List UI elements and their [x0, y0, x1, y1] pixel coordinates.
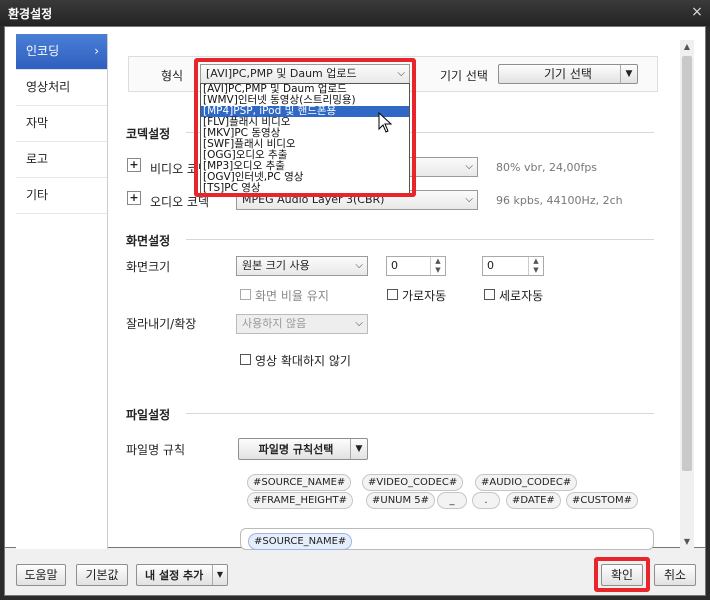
spin-down-icon[interactable]: ▼ — [430, 266, 445, 275]
sidebar-item-label: 자막 — [26, 116, 49, 130]
sidebar: 인코딩 › 영상처리 자막 로고 기타 — [16, 34, 108, 549]
tag-chip[interactable]: #CUSTOM# — [566, 492, 639, 509]
chevron-down-icon: ⌵ — [465, 194, 473, 205]
tag-chip[interactable]: #DATE# — [506, 492, 561, 509]
keep-ratio-checkbox[interactable] — [240, 289, 251, 300]
sidebar-item-subtitles[interactable]: 자막 — [16, 106, 107, 142]
spin-down-icon[interactable]: ▼ — [528, 266, 543, 275]
screen-section-title: 화면설정 — [126, 234, 171, 248]
sidebar-item-encoding[interactable]: 인코딩 › — [16, 34, 107, 70]
pattern-tag-chip[interactable]: #SOURCE_NAME# — [248, 533, 353, 550]
screen-size-value: 원본 크기 사용 — [242, 259, 310, 272]
filename-rule-button-label: 파일명 규칙선택 — [258, 443, 334, 456]
horizontal-auto-label: 가로자동 — [402, 289, 447, 303]
window-title: 환경설정 — [8, 7, 53, 21]
close-icon[interactable]: × — [688, 3, 706, 21]
spin-up-icon[interactable]: ▲ — [430, 257, 445, 266]
width-stepper[interactable]: 0 ▲ ▼ — [386, 256, 446, 276]
cancel-button[interactable]: 취소 — [654, 564, 696, 586]
height-value: 0 — [487, 259, 494, 272]
chevron-down-icon: ⌵ — [355, 318, 363, 329]
cancel-button-label: 취소 — [663, 568, 687, 582]
scroll-down-icon[interactable]: ▼ — [680, 535, 694, 549]
tag-chip[interactable]: #VIDEO_CODEC# — [362, 474, 464, 491]
video-codec-info: 80% vbr, 24,00fps — [496, 161, 598, 174]
my-settings-button[interactable]: 내 설정 추가 ▼ — [136, 564, 228, 586]
vertical-auto-checkbox[interactable] — [484, 289, 495, 300]
mouse-cursor-icon — [378, 111, 394, 137]
keep-ratio-label: 화면 비율 유지 — [255, 289, 329, 303]
screen-size-label: 화면크기 — [126, 260, 171, 274]
help-button-label: 도움말 — [24, 568, 58, 582]
horizontal-auto-checkbox[interactable] — [387, 289, 398, 300]
chevron-down-icon: ⌵ — [465, 161, 473, 172]
codec-section-title: 코덱설정 — [126, 127, 171, 141]
filename-rule-label: 파일명 규칙 — [126, 443, 186, 457]
dropdown-arrow-icon: ▼ — [212, 565, 227, 585]
crop-value: 사용하지 않음 — [242, 317, 307, 330]
tag-chip[interactable]: #AUDIO_CODEC# — [475, 474, 578, 491]
tag-chip[interactable]: #SOURCE_NAME# — [247, 474, 352, 491]
tag-chip[interactable]: #UNUM 5# — [366, 492, 436, 509]
sidebar-item-logo[interactable]: 로고 — [16, 142, 107, 178]
tag-chip[interactable]: #FRAME_HEIGHT# — [247, 492, 354, 509]
divider — [186, 413, 654, 414]
dropdown-arrow-icon: ▼ — [350, 439, 367, 459]
vertical-auto-label: 세로자동 — [499, 289, 544, 303]
device-button-label: 기기 선택 — [544, 67, 592, 81]
no-zoom-label: 영상 확대하지 않기 — [255, 354, 351, 368]
expand-video-codec-button[interactable]: + — [127, 158, 141, 172]
my-settings-label: 내 설정 추가 — [145, 569, 204, 582]
crop-label: 잘라내기/확장 — [126, 317, 197, 331]
chevron-right-icon: › — [94, 44, 99, 58]
highlight-box-ok — [594, 557, 650, 592]
default-button-label: 기본값 — [85, 568, 119, 582]
format-label: 형식 — [161, 69, 184, 83]
width-value: 0 — [391, 259, 398, 272]
chevron-down-icon: ⌵ — [355, 260, 363, 271]
divider — [186, 239, 654, 240]
scroll-up-icon[interactable]: ▲ — [680, 40, 694, 54]
device-select-button[interactable]: 기기 선택 ▼ — [498, 64, 638, 84]
filename-rule-button[interactable]: 파일명 규칙선택 ▼ — [238, 438, 368, 460]
expand-audio-codec-button[interactable]: + — [127, 191, 141, 205]
crop-select[interactable]: 사용하지 않음 ⌵ — [236, 314, 368, 334]
scroll-thumb[interactable] — [682, 56, 692, 471]
default-button[interactable]: 기본값 — [76, 564, 128, 586]
no-zoom-checkbox[interactable] — [240, 354, 251, 365]
file-section-title: 파일설정 — [126, 408, 171, 422]
tag-chip[interactable]: . — [472, 492, 500, 509]
sidebar-item-video-processing[interactable]: 영상처리 — [16, 70, 107, 106]
spin-up-icon[interactable]: ▲ — [528, 257, 543, 266]
sidebar-item-label: 로고 — [26, 152, 49, 166]
screen-size-select[interactable]: 원본 크기 사용 ⌵ — [236, 256, 368, 276]
sidebar-item-label: 기타 — [26, 188, 49, 202]
dropdown-arrow-icon: ▼ — [620, 65, 637, 83]
title-bar — [0, 0, 710, 26]
sidebar-item-etc[interactable]: 기타 — [16, 178, 107, 214]
sidebar-item-label: 인코딩 — [26, 44, 60, 58]
sidebar-item-label: 영상처리 — [26, 80, 71, 94]
audio-codec-info: 96 kpbs, 44100Hz, 2ch — [496, 194, 623, 207]
help-button[interactable]: 도움말 — [16, 564, 66, 586]
height-stepper[interactable]: 0 ▲ ▼ — [482, 256, 544, 276]
tag-chip[interactable]: _ — [437, 492, 467, 509]
device-label: 기기 선택 — [440, 69, 488, 83]
